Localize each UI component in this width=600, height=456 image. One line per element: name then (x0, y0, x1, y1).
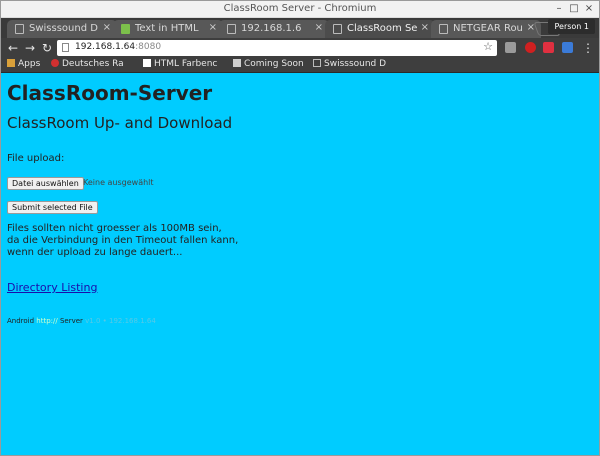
site-favicon-icon (51, 59, 59, 67)
close-window-button[interactable]: × (583, 2, 595, 16)
info-line: da die Verbindung in den Timeout fallen … (7, 235, 239, 246)
bookmark-label: Deutsches Ra (62, 59, 124, 69)
menu-dots-icon[interactable]: ⋮ (581, 40, 595, 56)
no-file-text: Keine ausgewählt (83, 178, 154, 187)
document-icon (15, 24, 24, 34)
site-favicon-icon (143, 59, 151, 67)
tab-label: ClassRoom Se (347, 23, 418, 34)
bookmark-star-icon[interactable]: ☆ (483, 40, 493, 53)
bookmark-label: Apps (18, 59, 41, 69)
tab-label: NETGEAR Rou (453, 23, 523, 34)
bookmarks-bar: Apps Deutsches Ra HTML Farbenc Coming So… (1, 58, 599, 73)
tab-label: Swisssound D (29, 23, 98, 34)
maximize-button[interactable]: □ (568, 2, 580, 16)
tab-label: 192.168.1.6 (241, 23, 302, 34)
directory-listing-link[interactable]: Directory Listing (7, 281, 97, 294)
bookmark-html-farbenc[interactable]: HTML Farbenc (143, 59, 217, 69)
bookmark-deutsches-ra[interactable]: Deutsches Ra (51, 59, 124, 69)
extension-grid-icon[interactable] (505, 42, 516, 53)
url-text: 192.168.1.64:8080 (75, 42, 161, 52)
tab-192-168-1-6[interactable]: 192.168.1.6 × (219, 20, 329, 38)
document-icon (227, 24, 236, 34)
bookmark-label: HTML Farbenc (154, 59, 218, 69)
tab-strip: Swisssound D × Text in HTML × 192.168.1.… (1, 18, 599, 38)
document-icon (313, 59, 321, 67)
page-title: ClassRoom-Server (7, 81, 213, 105)
close-tab-icon[interactable]: × (103, 22, 111, 33)
url-port: :8080 (135, 42, 162, 52)
tab-classroom-server[interactable]: ClassRoom Se × (325, 20, 435, 38)
tab-label: Text in HTML (135, 23, 199, 34)
minimize-button[interactable]: – (553, 2, 565, 16)
page-subtitle: ClassRoom Up- and Download (7, 114, 233, 132)
bookmark-swisssound[interactable]: Swisssound D (313, 59, 386, 69)
server-footer: Android http:// Server v1.0 • 192.168.1.… (7, 317, 156, 325)
profile-button[interactable]: Person 1 (548, 19, 595, 34)
bookmark-coming-soon[interactable]: Coming Soon (233, 59, 304, 69)
page-content: ClassRoom-Server ClassRoom Up- and Downl… (1, 73, 599, 455)
footer-faint: v1.0 • 192.168.1.64 (82, 317, 156, 325)
site-favicon-icon (121, 24, 130, 34)
info-line: wenn der upload zu lange dauert... (7, 247, 183, 258)
extension-red-icon[interactable] (525, 42, 536, 53)
info-line: Files sollten nicht groesser als 100MB s… (7, 223, 222, 234)
document-icon (333, 24, 342, 34)
footer-highlight: http:// (36, 317, 58, 325)
upload-info-text: Files sollten nicht groesser als 100MB s… (7, 223, 238, 259)
submit-file-button[interactable]: Submit selected File (7, 201, 98, 214)
apps-grid-icon (7, 59, 15, 67)
close-tab-icon[interactable]: × (209, 22, 217, 33)
close-tab-icon[interactable]: × (315, 22, 323, 33)
site-favicon-icon (233, 59, 241, 67)
choose-file-button[interactable]: Datei auswählen (7, 177, 84, 190)
tab-netgear[interactable]: NETGEAR Rou × (431, 20, 541, 38)
browser-window: ClassRoom Server - Chromium – □ × Swisss… (0, 0, 600, 456)
extension-pocket-icon[interactable] (543, 42, 554, 53)
reload-icon[interactable]: ↻ (40, 40, 54, 56)
address-bar[interactable]: 192.168.1.64:8080 ☆ (57, 40, 497, 56)
close-tab-icon[interactable]: × (421, 22, 429, 33)
page-info-icon[interactable] (62, 43, 69, 52)
browser-toolbar: ← → ↻ 192.168.1.64:8080 ☆ ⋮ (1, 38, 599, 58)
forward-arrow-icon[interactable]: → (23, 40, 37, 56)
tab-text-in-html[interactable]: Text in HTML × (113, 20, 223, 38)
document-icon (439, 24, 448, 34)
title-bar: ClassRoom Server - Chromium – □ × (1, 1, 599, 18)
bookmark-apps[interactable]: Apps (7, 59, 40, 69)
footer-prefix: Android (7, 317, 37, 325)
bookmark-label: Swisssound D (324, 59, 387, 69)
extension-user-icon[interactable] (562, 42, 573, 53)
footer-middle: Server (57, 317, 83, 325)
tab-swisssound[interactable]: Swisssound D × (7, 20, 117, 38)
back-arrow-icon[interactable]: ← (6, 40, 20, 56)
bookmark-label: Coming Soon (244, 59, 304, 69)
url-host: 192.168.1.64 (75, 42, 136, 52)
file-upload-label: File upload: (7, 153, 65, 164)
window-title: ClassRoom Server - Chromium (223, 3, 377, 14)
